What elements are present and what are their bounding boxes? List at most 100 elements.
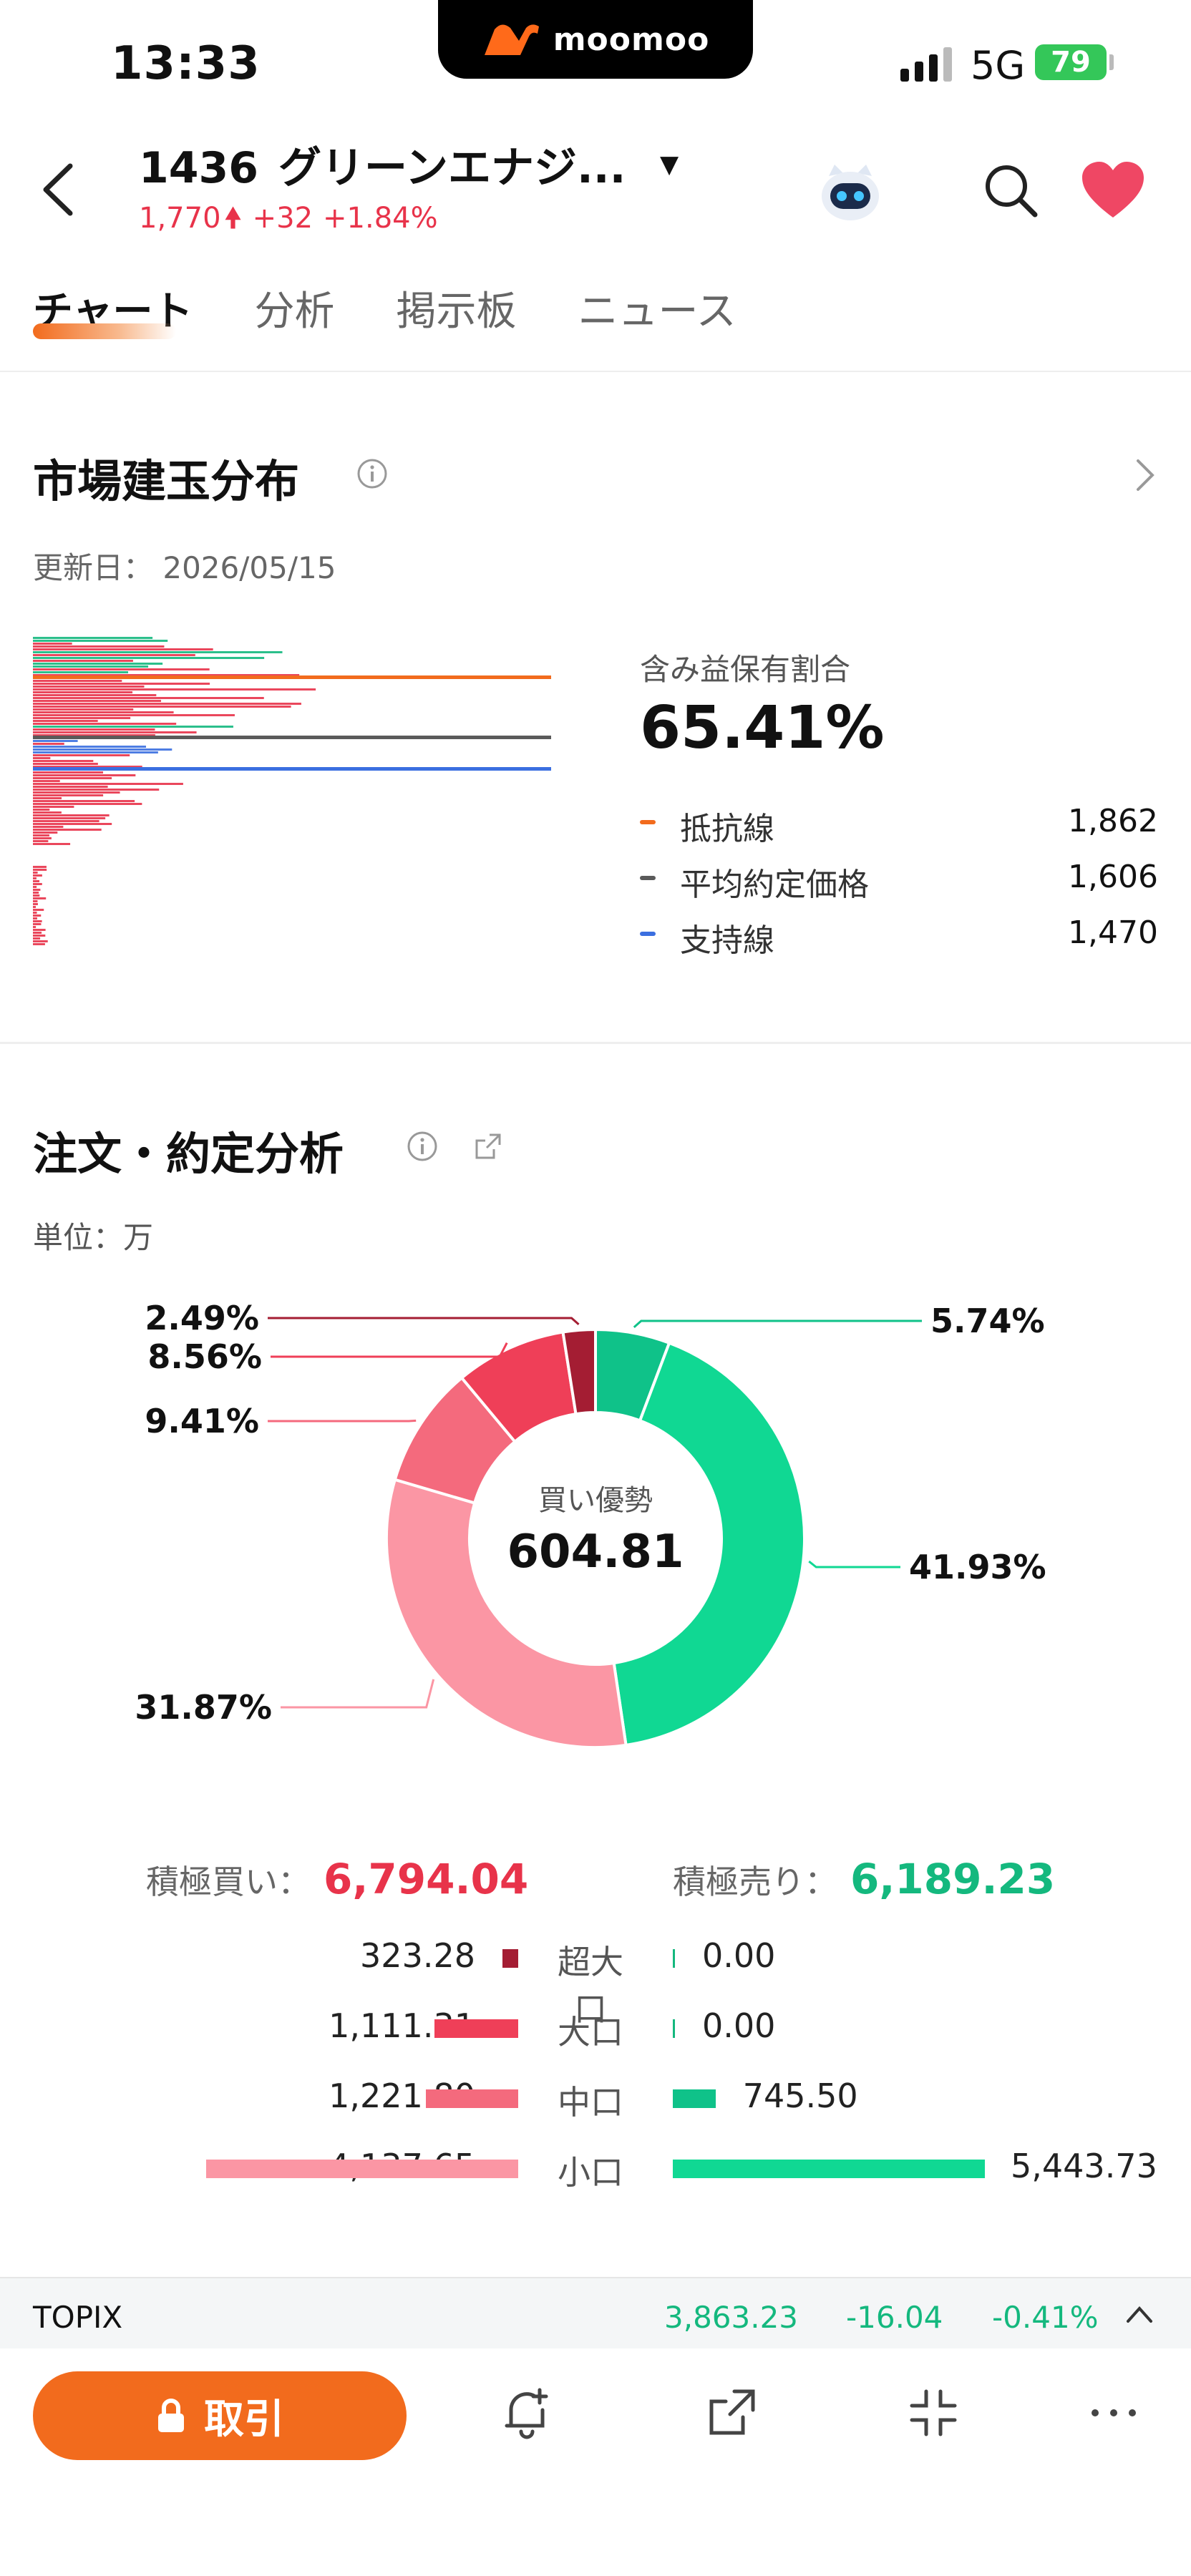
stock-title[interactable]: 1436 グリーンエナジ... [139,133,626,195]
legend-value: 1,470 [1068,914,1158,951]
sell-bar [673,2160,985,2178]
lock-icon [158,2399,184,2432]
index-change-pct: -0.41% [992,2300,1099,2335]
order-size-category: 中口 [558,2083,623,2122]
order-size-row: 4,137.65小口5,443.73 [0,2142,1191,2192]
legend-label: 抵抗線 [680,811,774,847]
buy-amount: 323.28 [360,1936,475,1975]
brand-name: moomoo [553,21,710,58]
tab-analysis[interactable]: 分析 [254,279,334,337]
buy-bar [206,2160,518,2178]
buy-bar [502,1949,518,1968]
battery-icon: 79 [1035,44,1107,80]
arrow-up-icon: 🠝 [223,202,243,235]
share-icon[interactable] [703,2384,760,2441]
divider [0,1042,1191,1044]
trade-button-label: 取引 [204,2396,284,2443]
share-icon[interactable] [472,1131,504,1162]
donut-slice-label: 2.49% [145,1299,259,1337]
donut-slice-label: 31.87% [135,1688,272,1727]
legend-label: 平均約定価格 [680,867,869,903]
moomoo-logo-icon [484,24,539,55]
legend-label: 支持線 [680,922,774,959]
legend-dash-support [640,932,656,936]
last-price: 1,770 [139,202,221,235]
donut-center-label: 買い優勢 [538,1484,653,1517]
order-size-category: 小口 [558,2153,623,2192]
active-sell-total: 積極売り： 6,189.23 [673,1855,1055,1903]
search-icon[interactable] [981,160,1041,220]
sell-bar [673,2019,675,2038]
chevron-down-icon[interactable]: ▼ [660,150,679,179]
battery-tip [1109,54,1114,70]
donut-slice-label: 5.74% [930,1302,1045,1340]
section-title-distribution: 市場建玉分布 [33,455,300,507]
index-change: -16.04 [846,2300,943,2335]
tab-board[interactable]: 掲示板 [396,279,516,337]
average-price-line [33,736,551,739]
resistance-line [33,675,551,679]
profit-share-value: 65.41% [640,694,885,762]
active-tab-indicator [33,323,176,339]
donut-leader-line [268,1419,417,1423]
brand-notch: moomoo [438,0,753,79]
order-size-row: 1,221.80 中口 745.50 [0,2072,1191,2122]
sell-bar [673,1949,675,1968]
status-bar: 13:33 moomoo 5G 79 [0,0,1191,122]
trade-button[interactable]: 取引 [33,2371,407,2460]
signal-icon [900,47,952,82]
donut-center-value: 604.81 [507,1526,684,1579]
sell-amount: 0.00 [702,1936,776,1975]
profit-share-label: 含み益保有割合 [640,652,851,687]
tab-news[interactable]: ニュース [578,279,736,337]
info-icon[interactable] [356,458,388,489]
support-line [33,767,551,771]
chevron-up-icon[interactable] [1124,2300,1155,2328]
stock-name: グリーンエナジ... [278,143,626,193]
price-change-pct: +1.84% [323,202,438,235]
donut-leader-line [633,1319,922,1328]
ai-assistant-robot-icon[interactable] [816,157,885,226]
legend-value: 1,606 [1068,859,1158,895]
buy-total-label: 積極買い： [146,1863,311,1901]
add-alert-bell-icon[interactable] [498,2384,555,2441]
order-size-row: 323.28 超大口 0.00 [0,1932,1191,2029]
histogram-bars [33,637,316,945]
bottom-toolbar: 取引 [0,2348,1191,2576]
collapse-icon[interactable] [905,2384,962,2441]
more-options-icon[interactable] [1085,2384,1142,2441]
legend-dash-resistance [640,820,656,824]
status-time: 13:33 [111,37,261,90]
info-icon[interactable] [407,1131,438,1162]
donut-leader-line [271,1342,508,1358]
position-distribution-histogram [33,637,551,945]
updated-date: 更新日： 2026/05/15 [33,550,336,585]
sell-amount: 5,443.73 [1011,2147,1157,2185]
buy-bar [426,2089,518,2108]
donut-slice-label: 9.41% [145,1402,259,1440]
favorite-heart-icon[interactable] [1081,160,1145,220]
donut-leader-line [281,1679,435,1709]
donut-slice-label: 8.56% [147,1337,262,1376]
unit-label: 単位：万 [33,1220,154,1255]
divider [0,371,1191,372]
active-buy-total: 積極買い： 6,794.04 [146,1855,528,1903]
buy-bar [434,2019,518,2038]
price-quote: 1,770 🠝 +32 +1.84% [139,197,448,246]
network-type: 5G [971,43,1026,88]
chevron-right-icon[interactable] [1131,454,1160,497]
index-value: 3,863.23 [664,2300,799,2335]
donut-leader-line [808,1560,900,1568]
sell-total-value: 6,189.23 [850,1855,1056,1903]
legend-support: 支持線 1,470 [640,914,1158,959]
legend-average: 平均約定価格 1,606 [640,859,1158,903]
back-arrow-icon[interactable] [33,157,83,222]
order-size-row: 1,111.31 大口 0.00 [0,2002,1191,2052]
sell-amount: 745.50 [742,2077,858,2115]
index-ticker-bar[interactable]: TOPIX 3,863.23 -16.04 -0.41% [0,2277,1191,2348]
sell-amount: 0.00 [702,2006,776,2045]
donut-leader-line [268,1317,580,1326]
price-change: +32 [252,202,313,235]
order-donut-chart: 5.74% 41.93% 31.87% 9.41% 8.56%2.49% 買い優勢 60… [135,1299,1046,1749]
legend-value: 1,862 [1068,803,1158,839]
